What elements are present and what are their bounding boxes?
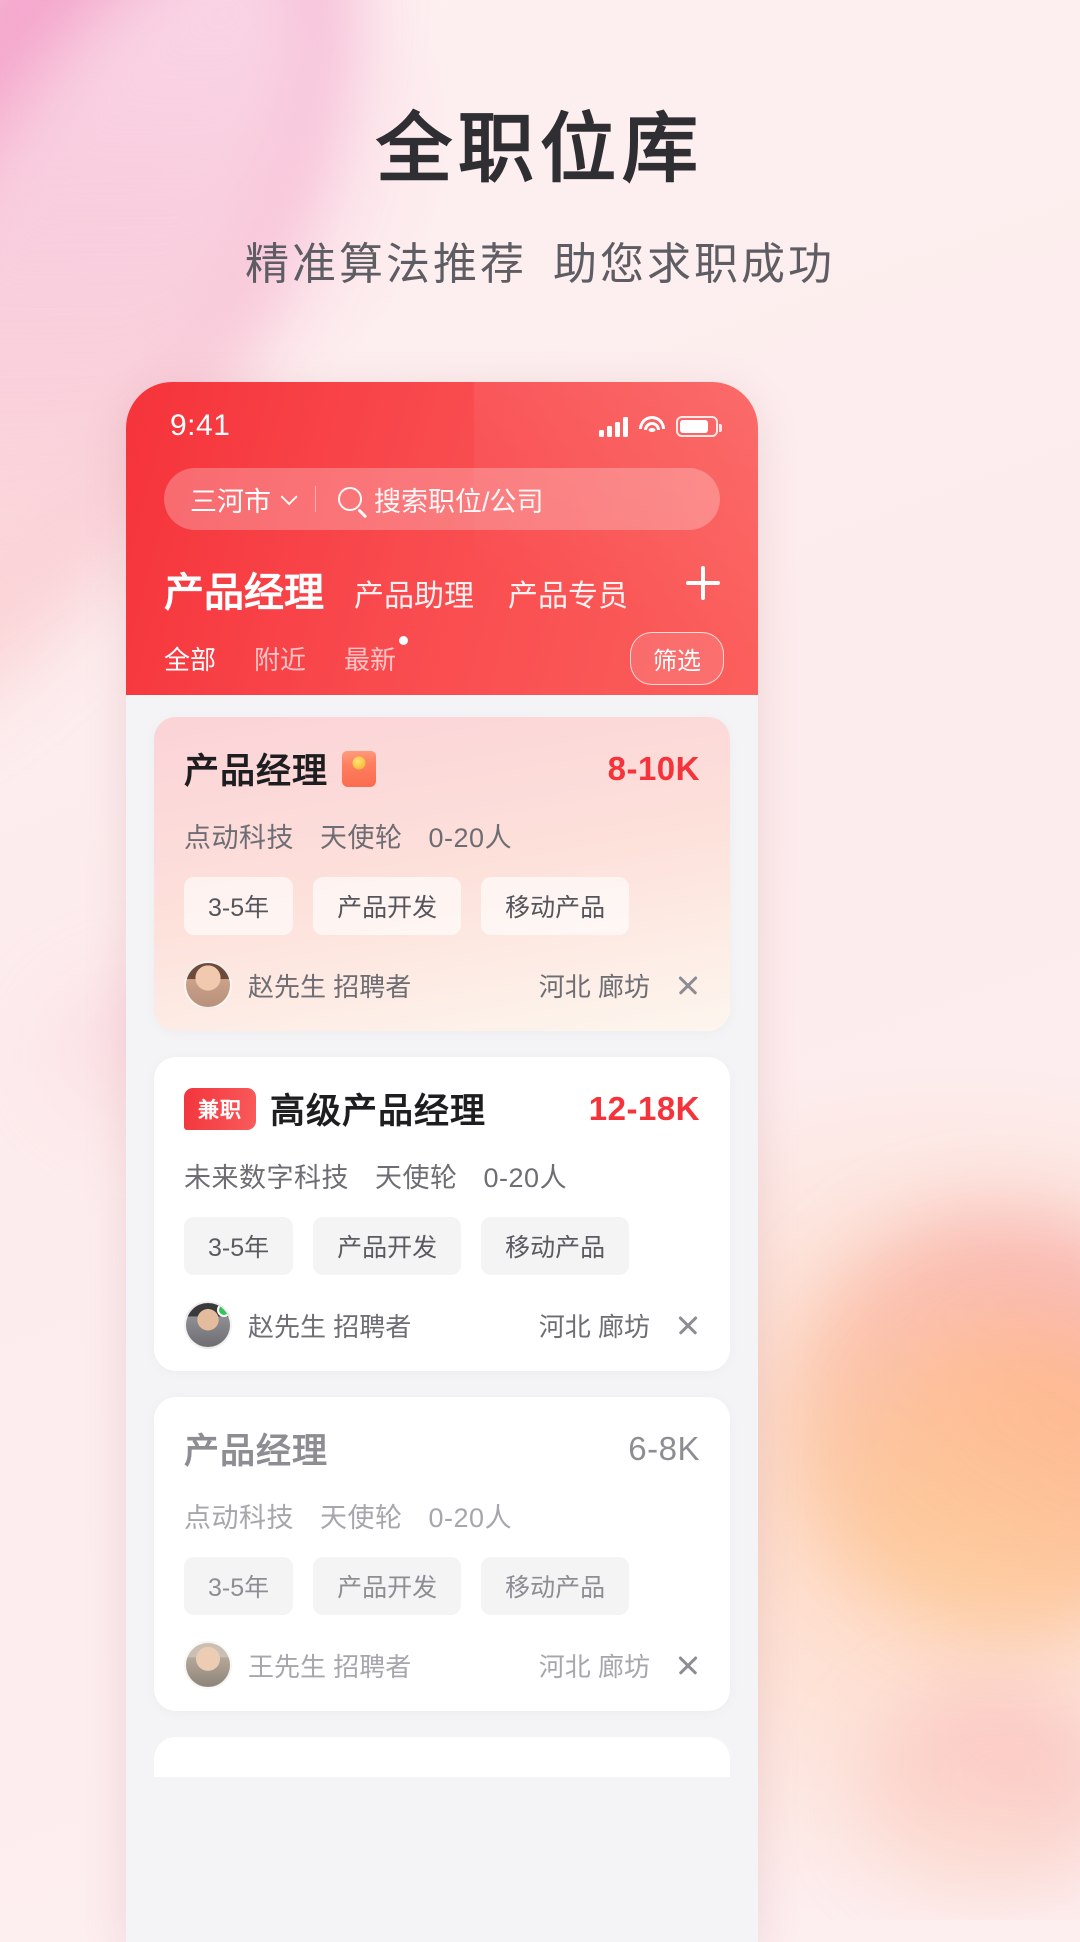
search-bar[interactable]: 三河市 搜索职位/公司 <box>164 468 720 530</box>
job-stage: 天使轮 <box>320 1503 403 1533</box>
job-tag: 3-5年 <box>184 1217 294 1275</box>
job-title: 高级产品经理 <box>270 1092 487 1131</box>
job-company-meta: 点动科技 天使轮 0-20人 <box>184 1496 700 1535</box>
job-tag: 产品开发 <box>313 1217 462 1275</box>
sub-filter-newest-label: 最新 <box>344 645 397 675</box>
sub-filter-newest[interactable]: 最新 <box>344 636 409 677</box>
category-tabs: 产品经理 产品助理 产品专员 <box>126 530 758 618</box>
job-salary: 6-8K <box>628 1429 700 1467</box>
search-row: 三河市 搜索职位/公司 <box>126 456 758 530</box>
avatar <box>184 1301 232 1349</box>
job-tag: 移动产品 <box>481 1557 630 1615</box>
job-tag: 移动产品 <box>481 877 630 935</box>
page-subtitle-right: 助您求职成功 <box>553 240 835 289</box>
job-size: 0-20人 <box>428 1503 513 1533</box>
job-card[interactable]: 兼职 高级产品经理 12-18K 未来数字科技 天使轮 0-20人 3-5年 产… <box>154 1057 730 1371</box>
status-time: 9:41 <box>170 409 231 442</box>
page-title: 全职位库 <box>376 107 704 192</box>
job-company: 点动科技 <box>184 1503 294 1533</box>
search-input[interactable]: 搜索职位/公司 <box>374 480 544 519</box>
page-subtitle-left: 精准算法推荐 <box>245 240 527 289</box>
job-tag: 3-5年 <box>184 1557 294 1615</box>
recruiter-name: 赵先生 招聘者 <box>248 971 412 1002</box>
job-tag: 产品开发 <box>313 1557 462 1615</box>
battery-icon <box>676 415 722 437</box>
job-tag: 产品开发 <box>313 877 462 935</box>
avatar <box>184 1641 232 1689</box>
job-title: 产品经理 <box>184 752 329 791</box>
tab-product-manager[interactable]: 产品经理 <box>164 560 324 618</box>
online-status-dot <box>217 1303 230 1317</box>
job-tag: 移动产品 <box>481 1217 630 1275</box>
job-location: 河北 廊坊 <box>538 1311 650 1342</box>
search-icon <box>338 487 362 511</box>
job-location: 河北 廊坊 <box>538 1651 650 1682</box>
job-company: 点动科技 <box>184 823 294 853</box>
recruiter-name: 赵先生 招聘者 <box>248 1311 412 1342</box>
close-icon[interactable] <box>676 973 700 997</box>
job-tags: 3-5年 产品开发 移动产品 <box>184 1557 700 1615</box>
sub-filter-row: 全部 附近 最新 筛选 <box>126 618 758 685</box>
city-selector[interactable]: 三河市 <box>164 480 311 519</box>
city-label: 三河市 <box>190 486 271 517</box>
job-company: 未来数字科技 <box>184 1163 349 1193</box>
job-card-next-peek[interactable] <box>154 1737 730 1777</box>
job-size: 0-20人 <box>428 823 513 853</box>
plus-icon[interactable] <box>686 566 720 600</box>
job-company-meta: 未来数字科技 天使轮 0-20人 <box>184 1156 700 1195</box>
tab-product-assistant[interactable]: 产品助理 <box>354 571 474 615</box>
filter-button[interactable]: 筛选 <box>630 632 724 685</box>
job-stage: 天使轮 <box>320 823 403 853</box>
job-salary: 12-18K <box>588 1089 700 1127</box>
job-title: 产品经理 <box>184 1432 329 1471</box>
phone-mockup: 9:41 三河市 搜索职位/公司 产品经理 产品助理 产品专员 全部 附近 最新… <box>126 382 758 1942</box>
job-tags: 3-5年 产品开发 移动产品 <box>184 1217 700 1275</box>
recruiter[interactable]: 王先生 招聘者 <box>184 1641 411 1689</box>
job-list: 产品经理 8-10K 点动科技 天使轮 0-20人 3-5年 产品开发 移动产品… <box>126 695 758 1777</box>
avatar <box>184 961 232 1009</box>
chevron-down-icon <box>280 488 298 506</box>
recruiter-name: 王先生 招聘者 <box>248 1651 412 1682</box>
job-tags: 3-5年 产品开发 移动产品 <box>184 877 700 935</box>
search-divider <box>315 486 316 512</box>
sub-filter-all[interactable]: 全部 <box>164 640 216 677</box>
page-subtitle: 精准算法推荐 助您求职成功 <box>0 228 1080 292</box>
job-tag: 3-5年 <box>184 877 294 935</box>
signal-bars-icon <box>599 416 628 437</box>
app-header: 9:41 三河市 搜索职位/公司 产品经理 产品助理 产品专员 全部 附近 最新… <box>126 382 758 695</box>
status-bar: 9:41 <box>126 382 758 456</box>
job-location: 河北 廊坊 <box>538 971 650 1002</box>
job-size: 0-20人 <box>483 1163 568 1193</box>
close-icon[interactable] <box>676 1313 700 1337</box>
recruiter[interactable]: 赵先生 招聘者 <box>184 1301 411 1349</box>
recruiter[interactable]: 赵先生 招聘者 <box>184 961 411 1009</box>
job-stage: 天使轮 <box>375 1163 458 1193</box>
close-icon[interactable] <box>676 1653 700 1677</box>
promo-heading: 全职位库 精准算法推荐 助您求职成功 <box>0 112 1080 292</box>
wifi-icon <box>639 416 665 436</box>
job-salary: 8-10K <box>607 749 700 787</box>
sub-filter-nearby[interactable]: 附近 <box>254 640 306 677</box>
job-card[interactable]: 产品经理 8-10K 点动科技 天使轮 0-20人 3-5年 产品开发 移动产品… <box>154 717 730 1031</box>
tab-product-specialist[interactable]: 产品专员 <box>508 571 628 615</box>
job-card[interactable]: 产品经理 6-8K 点动科技 天使轮 0-20人 3-5年 产品开发 移动产品 … <box>154 1397 730 1711</box>
job-company-meta: 点动科技 天使轮 0-20人 <box>184 816 700 855</box>
status-badge: 兼职 <box>184 1087 256 1130</box>
red-envelope-icon <box>342 750 377 787</box>
new-badge-dot <box>399 636 409 645</box>
